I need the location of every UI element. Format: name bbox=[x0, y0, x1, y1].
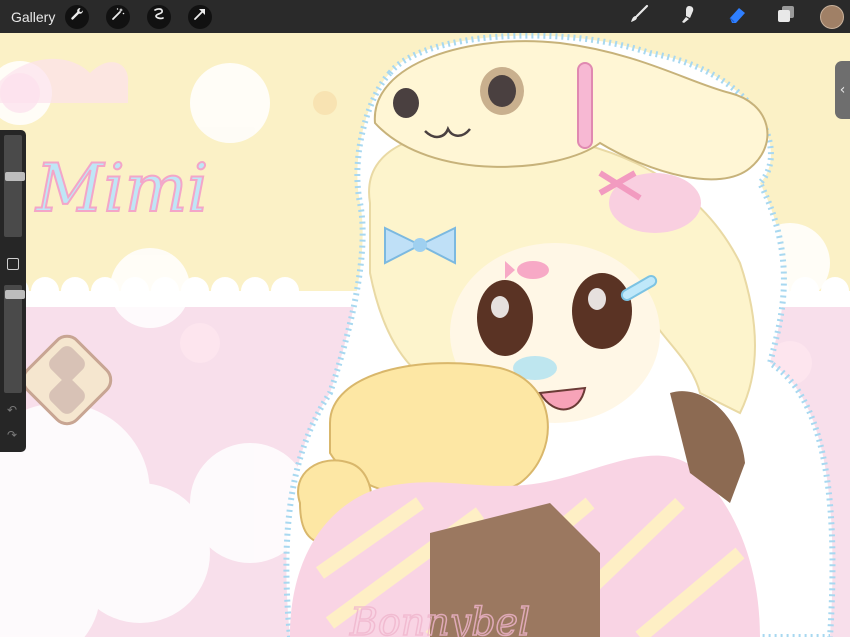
brush-icon bbox=[628, 3, 650, 30]
drawing-canvas[interactable]: Mimi Bonnybel bbox=[0, 33, 850, 637]
eraser-button[interactable] bbox=[722, 2, 752, 32]
adjustments-button[interactable] bbox=[106, 4, 131, 29]
selection-icon bbox=[151, 6, 167, 27]
opacity-slider[interactable] bbox=[4, 285, 25, 393]
top-toolbar: Gallery bbox=[0, 0, 850, 33]
gallery-button[interactable]: Gallery bbox=[11, 9, 55, 25]
chevron-left-icon: ‹ bbox=[839, 82, 846, 98]
smudge-button[interactable] bbox=[673, 2, 703, 32]
wrench-icon bbox=[69, 6, 85, 27]
brush-size-thumb[interactable] bbox=[5, 172, 25, 181]
artwork-title: Mimi bbox=[35, 150, 208, 227]
color-swatch[interactable] bbox=[820, 4, 844, 29]
transform-button[interactable] bbox=[188, 4, 213, 29]
transform-arrow-icon bbox=[192, 6, 208, 27]
layers-button[interactable] bbox=[771, 2, 801, 32]
undo-button[interactable]: ↶ bbox=[7, 404, 19, 416]
magic-wand-icon bbox=[110, 6, 126, 27]
redo-icon: ↷ bbox=[7, 428, 18, 442]
reference-panel-handle[interactable]: ‹ bbox=[835, 61, 850, 119]
painting-tools bbox=[624, 0, 850, 33]
smudge-icon bbox=[677, 3, 699, 30]
selection-button[interactable] bbox=[147, 4, 172, 29]
undo-icon: ↶ bbox=[7, 403, 18, 417]
brush-button[interactable] bbox=[624, 2, 654, 32]
artwork: Mimi Bonnybel bbox=[0, 33, 850, 637]
redo-button[interactable]: ↷ bbox=[7, 429, 19, 441]
artist-signature: Bonnybel bbox=[349, 600, 530, 637]
brush-size-slider[interactable] bbox=[4, 135, 25, 237]
actions-button[interactable] bbox=[65, 4, 90, 29]
modify-button[interactable] bbox=[7, 258, 19, 270]
layers-icon bbox=[775, 3, 797, 30]
left-sidebar: ↶ ↷ bbox=[0, 130, 26, 452]
opacity-thumb[interactable] bbox=[5, 290, 25, 299]
eraser-icon bbox=[726, 3, 748, 30]
